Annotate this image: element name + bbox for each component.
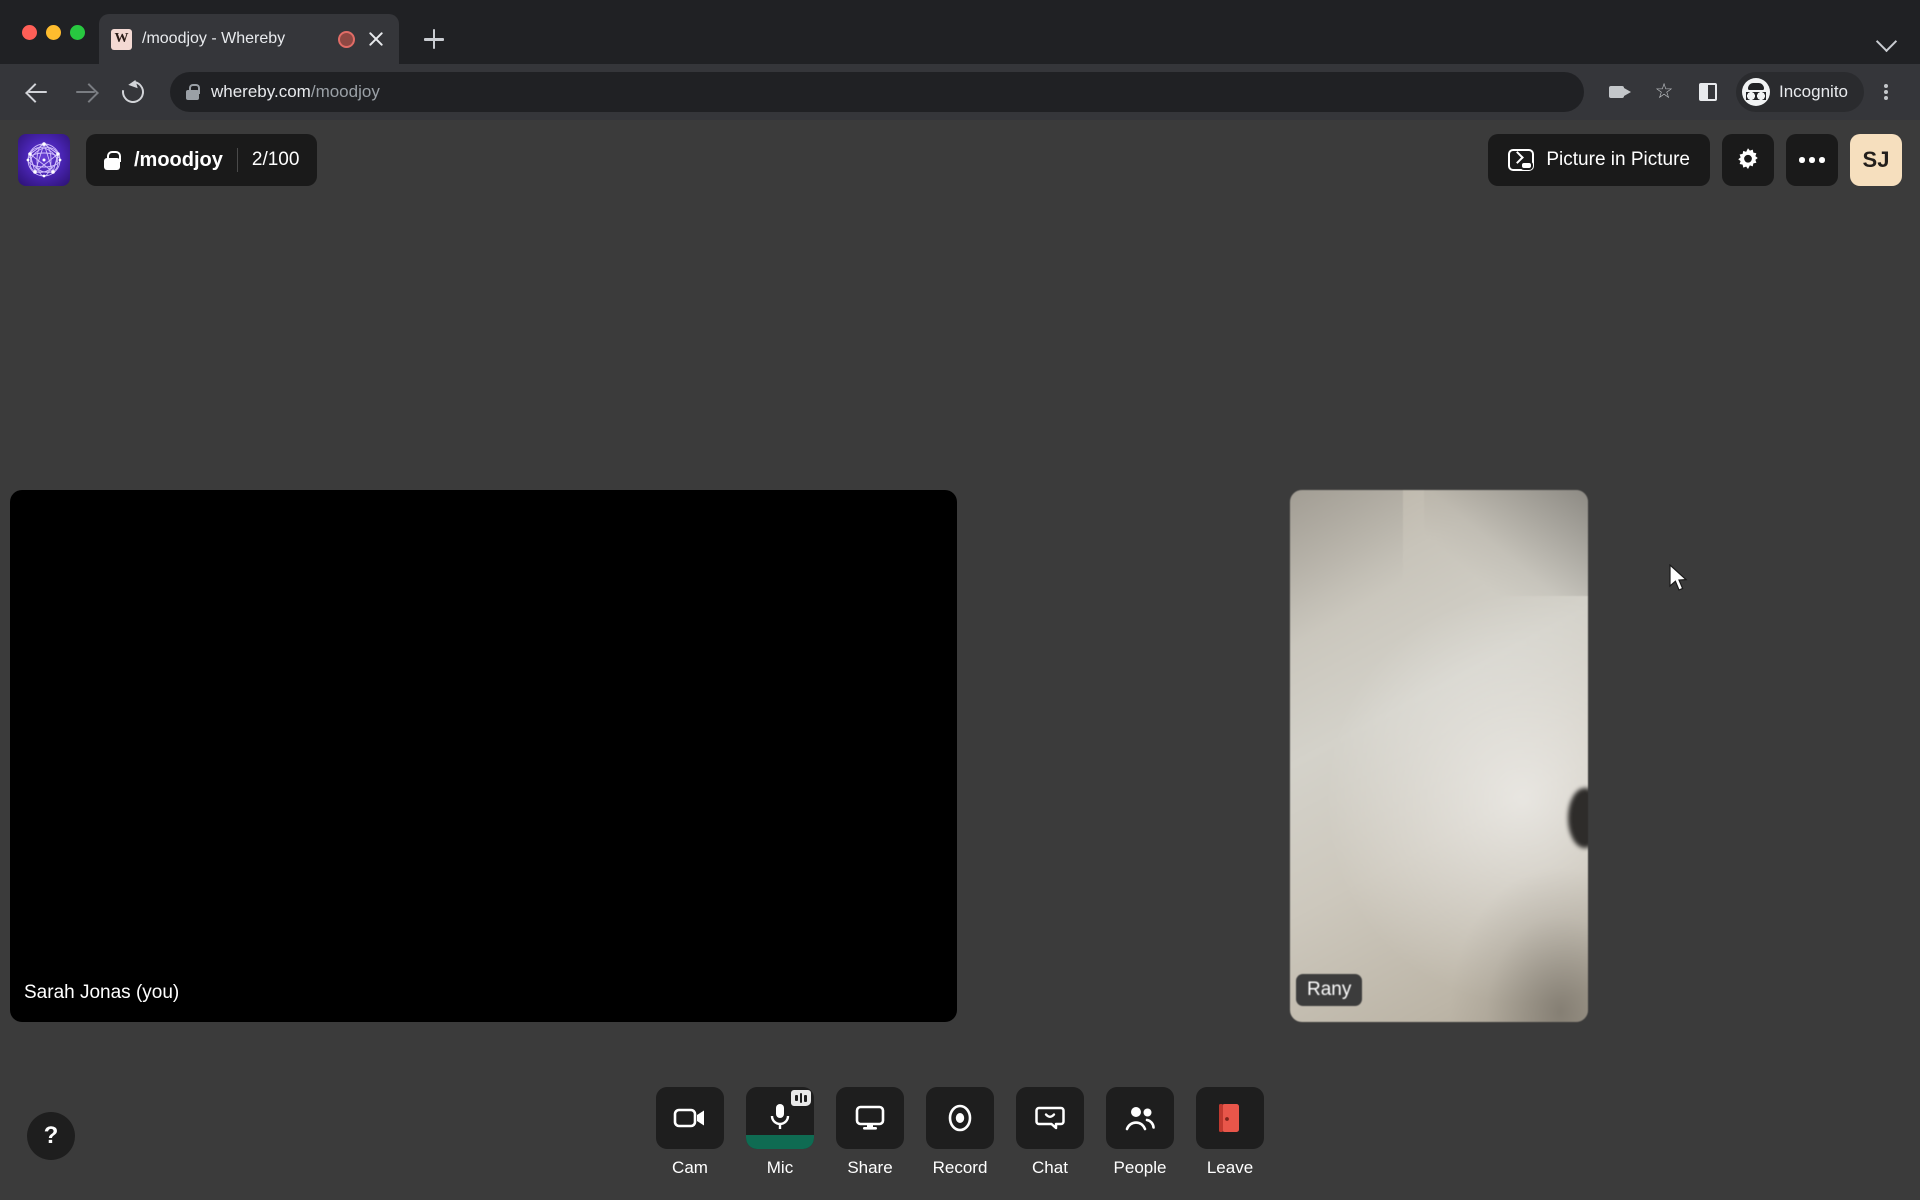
more-options-button[interactable] (1786, 134, 1838, 186)
user-avatar[interactable]: SJ (1850, 134, 1902, 186)
participant-count: 2/100 (251, 149, 300, 170)
chrome-menu-icon[interactable] (1868, 72, 1904, 112)
incognito-avatar-icon (1742, 78, 1770, 106)
whereby-app: /moodjoy 2/100 Picture in Picture SJ Sar… (0, 120, 1920, 1200)
browser-tab[interactable]: W /moodjoy - Whereby (99, 14, 399, 64)
chat-button[interactable] (1016, 1087, 1084, 1149)
screen-icon (855, 1105, 885, 1130)
tab-strip: W /moodjoy - Whereby (0, 0, 1920, 64)
maximize-window-button[interactable] (70, 24, 85, 40)
leave-button[interactable] (1196, 1087, 1264, 1149)
app-header: /moodjoy 2/100 Picture in Picture SJ (0, 120, 1920, 200)
control-share[interactable]: Share (836, 1087, 904, 1178)
tab-search-chevron-down-icon[interactable] (1876, 30, 1898, 52)
record-button[interactable] (926, 1087, 994, 1149)
minimize-window-button[interactable] (46, 24, 61, 40)
mic-label: Mic (766, 1158, 794, 1177)
room-logo-icon (18, 134, 70, 186)
people-label: People (1113, 1158, 1167, 1177)
video-shading (1403, 809, 1588, 1022)
share-label: Share (847, 1158, 893, 1177)
video-tile-label: Sarah Jonas (you) (24, 982, 180, 1003)
chat-label: Chat (1032, 1158, 1068, 1177)
control-cam[interactable]: Cam (656, 1087, 724, 1178)
camera-icon (673, 1108, 704, 1128)
mic-button[interactable] (746, 1087, 814, 1149)
toolbar-actions: ☆ Incognito (1600, 72, 1904, 112)
record-label: Record (932, 1158, 988, 1177)
divider (236, 148, 238, 172)
record-icon (948, 1104, 972, 1132)
microphone-icon (770, 1104, 790, 1129)
address-bar[interactable]: whereby.com/moodjoy (170, 72, 1584, 112)
video-shading (1290, 490, 1404, 650)
control-mic[interactable]: Mic (746, 1087, 814, 1178)
control-leave[interactable]: Leave (1196, 1087, 1264, 1178)
door-icon (1219, 1104, 1239, 1132)
mouse-cursor-icon (1669, 564, 1688, 591)
cam-label: Cam (672, 1158, 708, 1177)
ellipsis-icon (1799, 157, 1825, 163)
settings-button[interactable] (1722, 134, 1774, 186)
side-panel-icon[interactable] (1688, 72, 1728, 112)
window-traffic-lights (14, 0, 99, 64)
room-lock-icon (104, 150, 121, 170)
leave-label: Leave (1206, 1158, 1254, 1177)
cam-button[interactable] (656, 1087, 724, 1149)
room-info-pill[interactable]: /moodjoy 2/100 (86, 134, 318, 186)
control-chat[interactable]: Chat (1016, 1087, 1084, 1178)
address-bar-url: whereby.com/moodjoy (211, 82, 380, 102)
people-icon (1125, 1107, 1155, 1131)
url-path: /moodjoy (310, 82, 380, 101)
room-name: /moodjoy (134, 148, 223, 171)
secure-lock-icon (186, 84, 200, 100)
close-window-button[interactable] (22, 24, 37, 40)
tab-recording-indicator-icon[interactable] (338, 30, 355, 48)
control-people[interactable]: People (1106, 1087, 1174, 1178)
meeting-controls: Cam Mic Share Record Chat People Leave (0, 1087, 1920, 1178)
chat-icon (1035, 1106, 1065, 1130)
picture-in-picture-button[interactable]: Picture in Picture (1488, 134, 1710, 186)
reload-button[interactable] (112, 71, 154, 113)
people-button[interactable] (1106, 1087, 1174, 1149)
mic-level-indicator (746, 1135, 814, 1149)
video-tile-label: Rany (1296, 974, 1363, 1006)
browser-toolbar: whereby.com/moodjoy ☆ Incognito (0, 64, 1920, 120)
picture-in-picture-label: Picture in Picture (1546, 149, 1690, 170)
help-button[interactable]: ? (27, 1112, 75, 1160)
browser-window: W /moodjoy - Whereby whereby.com/moodjoy… (0, 0, 1920, 1200)
header-actions: Picture in Picture SJ (1488, 134, 1902, 186)
whereby-favicon-icon: W (111, 28, 132, 50)
close-tab-icon[interactable] (365, 28, 387, 50)
media-cast-icon[interactable] (1600, 72, 1640, 112)
picture-in-picture-icon (1508, 149, 1535, 171)
gear-icon (1738, 148, 1758, 169)
audio-waveform-badge-icon (791, 1090, 811, 1106)
back-button[interactable] (16, 71, 58, 113)
video-tile-self[interactable]: Sarah Jonas (you) (10, 490, 957, 1022)
forward-button[interactable] (64, 71, 106, 113)
tab-title: /moodjoy - Whereby (142, 30, 286, 47)
video-tile-remote[interactable]: Rany (1290, 490, 1588, 1022)
incognito-profile-button[interactable]: Incognito (1736, 72, 1864, 112)
new-tab-button[interactable] (413, 18, 455, 60)
url-host: whereby.com (211, 82, 311, 101)
incognito-label: Incognito (1779, 82, 1848, 101)
video-shading (1424, 490, 1588, 597)
control-record[interactable]: Record (926, 1087, 994, 1178)
bookmark-star-icon[interactable]: ☆ (1644, 72, 1684, 112)
video-stage: Sarah Jonas (you) Rany (0, 200, 1920, 1120)
share-button[interactable] (836, 1087, 904, 1149)
